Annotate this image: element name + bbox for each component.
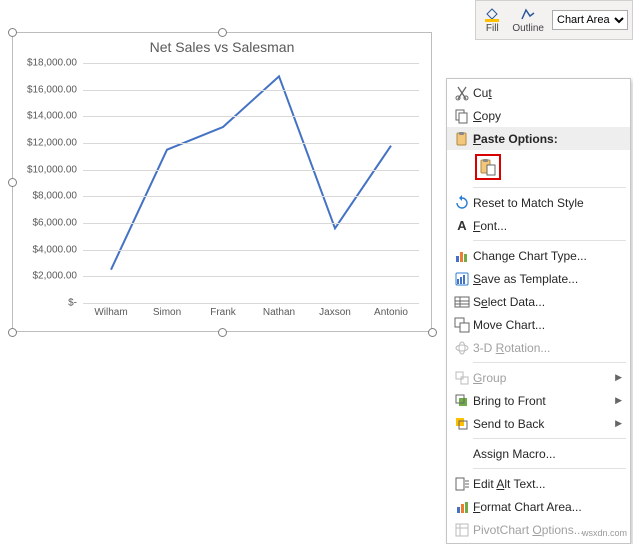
gridline <box>83 116 419 117</box>
bring-front-icon <box>454 393 470 409</box>
outline-icon <box>520 6 536 22</box>
font-icon: A <box>454 218 470 234</box>
outline-control[interactable]: Outline <box>508 6 548 34</box>
gridline <box>83 63 419 64</box>
menu-move-chart[interactable]: Move Chart... <box>447 313 630 336</box>
menu-paste-option-default[interactable] <box>447 150 630 184</box>
group-icon <box>454 370 470 386</box>
line-series <box>83 63 419 303</box>
menu-bring-to-front[interactable]: Bring to Front ▶ <box>447 389 630 412</box>
menu-assign-macro[interactable]: Assign Macro... <box>447 442 630 465</box>
menu-copy[interactable]: Copy <box>447 104 630 127</box>
selection-handle[interactable] <box>8 178 17 187</box>
y-tick-label: $8,000.00 <box>33 191 78 202</box>
move-chart-icon <box>454 317 470 333</box>
menu-edit-alt-text[interactable]: Edit Alt Text... <box>447 472 630 495</box>
gridline <box>83 170 419 171</box>
menu-save-template[interactable]: Save as Template... <box>447 267 630 290</box>
menu-paste-options-header: Paste Options: <box>447 127 630 150</box>
plot-area[interactable]: $-$2,000.00$4,000.00$6,000.00$8,000.00$1… <box>83 63 419 303</box>
x-tick-label: Frank <box>210 307 236 318</box>
x-tick-label: Jaxson <box>319 307 351 318</box>
selection-handle[interactable] <box>218 328 227 337</box>
fill-icon <box>484 6 500 22</box>
outline-label: Outline <box>512 23 544 34</box>
watermark: wsxdn.com <box>582 528 627 538</box>
submenu-arrow-icon: ▶ <box>615 418 622 429</box>
menu-change-chart-type[interactable]: Change Chart Type... <box>447 244 630 267</box>
chart-element-selector[interactable]: Chart Area <box>552 10 628 30</box>
chart-object[interactable]: Net Sales vs Salesman $-$2,000.00$4,000.… <box>12 32 432 332</box>
send-back-icon <box>454 416 470 432</box>
menu-group: Group ▶ <box>447 366 630 389</box>
selection-handle[interactable] <box>8 28 17 37</box>
gridline <box>83 303 419 304</box>
pivot-options-icon <box>454 522 470 538</box>
x-tick-label: Nathan <box>263 307 295 318</box>
menu-separator <box>473 362 626 363</box>
x-tick-label: Wilham <box>94 307 127 318</box>
chart-context-menu: Cut Copy Paste Options: Reset to Match S… <box>446 78 631 544</box>
selection-handle[interactable] <box>8 328 17 337</box>
y-tick-label: $12,000.00 <box>27 138 77 149</box>
ribbon-format-fragment: Fill Outline Chart Area <box>475 0 633 40</box>
gridline <box>83 143 419 144</box>
submenu-arrow-icon: ▶ <box>615 395 622 406</box>
menu-font[interactable]: A Font... <box>447 214 630 237</box>
gridline <box>83 276 419 277</box>
reset-icon <box>454 195 470 211</box>
fill-control[interactable]: Fill <box>480 6 504 34</box>
selection-handle[interactable] <box>428 328 437 337</box>
gridline <box>83 223 419 224</box>
menu-separator <box>473 187 626 188</box>
save-template-icon <box>454 271 470 287</box>
gridline <box>83 90 419 91</box>
gridline <box>83 196 419 197</box>
menu-separator <box>473 240 626 241</box>
x-tick-label: Antonio <box>374 307 408 318</box>
y-tick-label: $18,000.00 <box>27 58 77 69</box>
cut-icon <box>454 85 470 101</box>
copy-icon <box>454 108 470 124</box>
y-tick-label: $10,000.00 <box>27 164 77 175</box>
alt-text-icon <box>454 476 470 492</box>
paste-clipboard-icon <box>479 158 497 176</box>
x-tick-label: Simon <box>153 307 181 318</box>
format-area-icon <box>454 499 470 515</box>
paste-icon <box>454 131 470 147</box>
menu-cut[interactable]: Cut <box>447 81 630 104</box>
selection-handle[interactable] <box>218 28 227 37</box>
menu-separator <box>473 468 626 469</box>
y-tick-label: $- <box>68 298 77 309</box>
y-tick-label: $16,000.00 <box>27 84 77 95</box>
menu-format-chart-area[interactable]: Format Chart Area... <box>447 495 630 518</box>
fill-label: Fill <box>486 23 499 34</box>
menu-select-data[interactable]: Select Data... <box>447 290 630 313</box>
rotation3d-icon <box>454 340 470 356</box>
menu-separator <box>473 438 626 439</box>
y-tick-label: $2,000.00 <box>33 271 78 282</box>
menu-send-to-back[interactable]: Send to Back ▶ <box>447 412 630 435</box>
chart-type-icon <box>454 248 470 264</box>
paste-default-highlight <box>475 154 501 180</box>
menu-reset-match-style[interactable]: Reset to Match Style <box>447 191 630 214</box>
menu-3d-rotation: 3-D Rotation... <box>447 336 630 359</box>
y-tick-label: $4,000.00 <box>33 244 78 255</box>
gridline <box>83 250 419 251</box>
select-data-icon <box>454 294 470 310</box>
submenu-arrow-icon: ▶ <box>615 372 622 383</box>
y-tick-label: $6,000.00 <box>33 218 78 229</box>
y-tick-label: $14,000.00 <box>27 111 77 122</box>
